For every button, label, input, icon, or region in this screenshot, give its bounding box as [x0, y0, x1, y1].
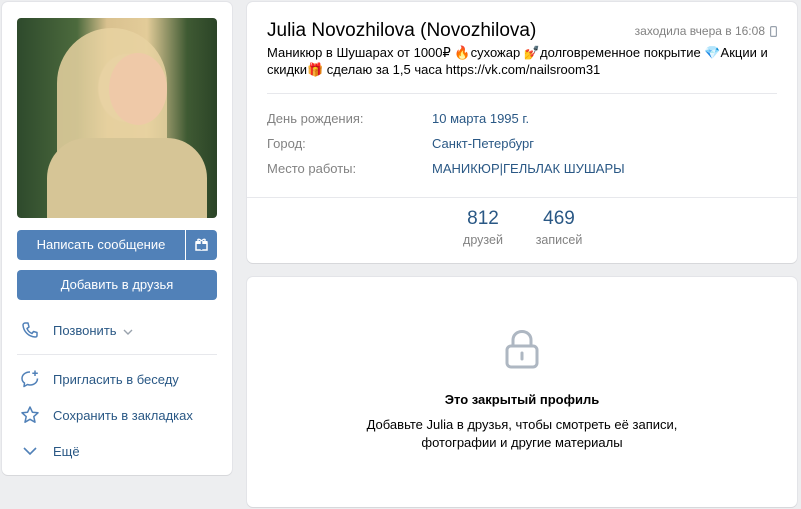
invite-label: Пригласить в беседу	[53, 371, 179, 387]
avatar-body	[47, 138, 207, 218]
lock-icon	[503, 328, 541, 373]
closed-profile-text: Добавьте Julia в друзья, чтобы смотреть …	[366, 417, 678, 450]
info-row-work: Место работы: МАНИКЮР|ГЕЛЬЛАК ШУШАРЫ	[267, 161, 625, 176]
send-message-button[interactable]: Написать сообщение	[17, 230, 185, 260]
counter-label: записей	[535, 233, 583, 247]
call-action[interactable]: Позвонить	[20, 319, 133, 341]
counter-number: 812	[467, 208, 499, 229]
info-row-city: Город: Санкт-Петербург	[267, 136, 534, 151]
closed-profile-notice: Это закрытый профиль Добавьте Julia в др…	[247, 277, 797, 507]
divider	[267, 93, 777, 94]
call-label: Позвонить	[53, 322, 117, 338]
profile-name: Julia Novozhilova (Novozhilova)	[267, 20, 537, 41]
last-seen: заходила вчера в 16:08	[634, 24, 765, 38]
info-value-link[interactable]: 10 марта 1995 г.	[432, 111, 529, 126]
profile-sidebar: Написать сообщение Добавить в друзья Поз…	[2, 2, 232, 475]
profile-info: Julia Novozhilova (Novozhilova) заходила…	[247, 2, 797, 263]
info-value-link[interactable]: Санкт-Петербург	[432, 136, 534, 151]
avatar-face	[109, 53, 167, 125]
more-action[interactable]: Ещё	[20, 440, 80, 462]
info-label: Место работы:	[267, 161, 357, 176]
phone-icon	[20, 320, 40, 340]
star-icon	[20, 405, 40, 425]
online-status: заходила вчера в 16:08	[635, 24, 777, 38]
gift-button[interactable]	[186, 230, 217, 260]
divider	[247, 197, 797, 198]
chevron-down-icon	[20, 441, 40, 461]
bookmark-action[interactable]: Сохранить в закладках	[20, 404, 193, 426]
chevron-down-icon	[123, 323, 133, 338]
bookmark-label: Сохранить в закладках	[53, 407, 193, 423]
gift-icon	[195, 238, 208, 251]
chat-add-icon	[20, 369, 40, 389]
mobile-icon	[770, 25, 777, 37]
counter-label: друзей	[463, 233, 503, 247]
info-value-link[interactable]: МАНИКЮР|ГЕЛЬЛАК ШУШАРЫ	[432, 161, 625, 176]
add-friend-button[interactable]: Добавить в друзья	[17, 270, 217, 300]
friends-counter[interactable]: 812 друзей	[455, 208, 511, 247]
info-label: Город:	[267, 136, 306, 151]
closed-profile-title: Это закрытый профиль	[444, 392, 600, 407]
more-label: Ещё	[53, 443, 80, 459]
posts-counter[interactable]: 469 записей	[529, 208, 589, 247]
invite-to-chat-action[interactable]: Пригласить в беседу	[20, 368, 179, 390]
divider	[17, 354, 217, 355]
avatar[interactable]	[17, 18, 217, 218]
info-row-birthday: День рождения: 10 марта 1995 г.	[267, 111, 529, 126]
profile-status: Маникюр в Шушарах от 1000₽ 🔥сухожар 💅дол…	[267, 45, 768, 77]
counter-number: 469	[543, 208, 575, 229]
info-label: День рождения:	[267, 111, 364, 126]
